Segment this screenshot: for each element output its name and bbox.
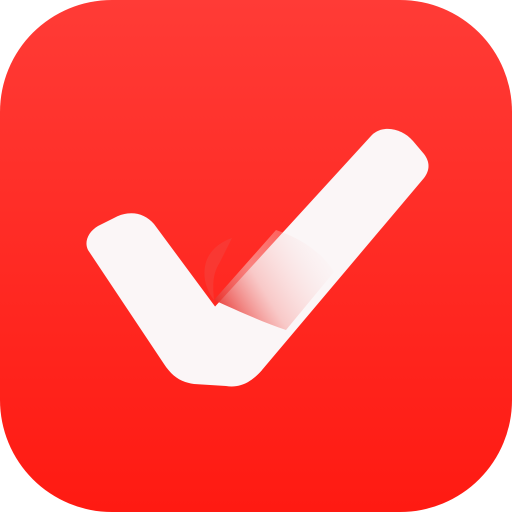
app-icon[interactable] — [0, 0, 512, 512]
app-icon-canvas — [0, 0, 512, 512]
